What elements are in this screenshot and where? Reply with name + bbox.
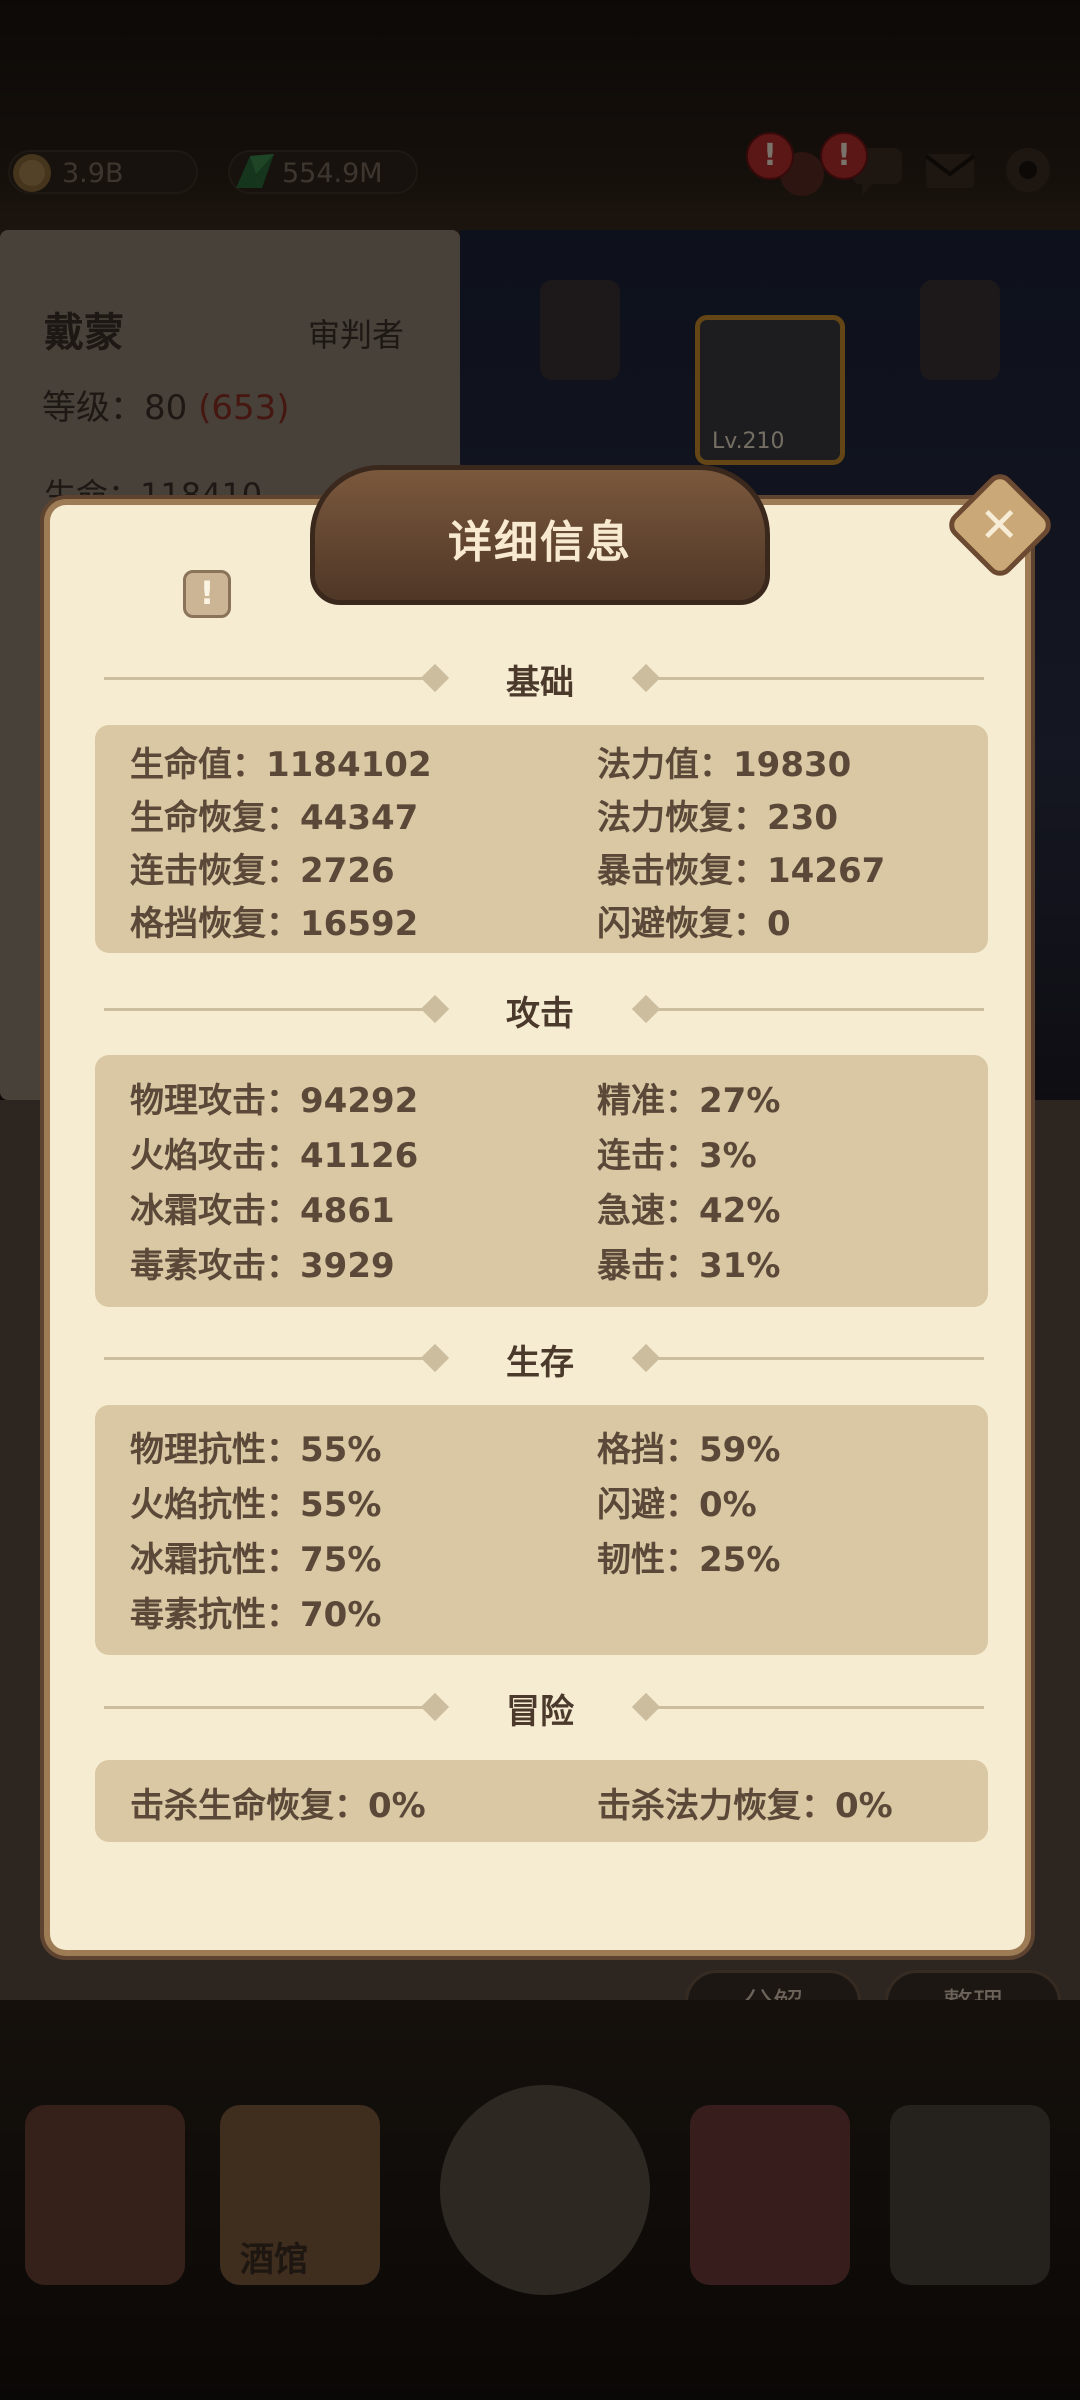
stat-item: 冰霜攻击：4861	[130, 1191, 395, 1231]
stat-item: 击杀生命恢复：0%	[130, 1786, 426, 1826]
stat-item: 暴击恢复：14267	[597, 851, 886, 891]
stat-item: 法力恢复：230	[597, 798, 838, 838]
stat-item: 法力值：19830	[597, 745, 852, 785]
stat-item: 生命值：1184102	[130, 745, 432, 785]
stat-item: 火焰攻击：41126	[130, 1136, 419, 1176]
stat-item: 物理抗性：55%	[130, 1430, 382, 1470]
section-box-adventure: 击杀生命恢复：0% 击杀法力恢复：0%	[95, 1760, 988, 1842]
section-header-attack: 攻击	[0, 984, 1080, 1034]
stat-item: 物理攻击：94292	[130, 1081, 419, 1121]
stat-item: 毒素攻击：3929	[130, 1246, 395, 1286]
stat-item: 格挡恢复：16592	[130, 904, 419, 944]
stat-item: 冰霜抗性：75%	[130, 1540, 382, 1580]
stat-item: 击杀法力恢复：0%	[597, 1786, 893, 1826]
stat-item: 精准：27%	[597, 1081, 781, 1121]
section-header-adventure: 冒险	[0, 1682, 1080, 1732]
close-icon: ✕	[979, 497, 1020, 554]
stat-item: 生命恢复：44347	[130, 798, 419, 838]
stat-item: 闪避恢复：0	[597, 904, 791, 944]
stat-item: 急速：42%	[597, 1191, 781, 1231]
stat-item: 连击恢复：2726	[130, 851, 395, 891]
stat-item: 格挡：59%	[597, 1430, 781, 1470]
stat-item: 火焰抗性：55%	[130, 1485, 382, 1525]
stat-item: 韧性：25%	[597, 1540, 781, 1580]
section-box-survival: 物理抗性：55% 格挡：59% 火焰抗性：55% 闪避：0% 冰霜抗性：75% …	[95, 1405, 988, 1655]
section-box-basic: 生命值：1184102 法力值：19830 生命恢复：44347 法力恢复：23…	[95, 725, 988, 953]
section-box-attack: 物理攻击：94292 精准：27% 火焰攻击：41126 连击：3% 冰霜攻击：…	[95, 1055, 988, 1307]
dialog-title: 详细信息	[448, 517, 632, 568]
info-button[interactable]: !	[183, 570, 231, 618]
section-header-survival: 生存	[0, 1333, 1080, 1383]
stat-item: 毒素抗性：70%	[130, 1595, 382, 1635]
dialog-title-banner: 详细信息	[310, 465, 770, 605]
stat-item: 暴击：31%	[597, 1246, 781, 1286]
section-header-basic: 基础	[0, 653, 1080, 703]
stat-item: 闪避：0%	[597, 1485, 757, 1525]
stat-item: 连击：3%	[597, 1136, 757, 1176]
